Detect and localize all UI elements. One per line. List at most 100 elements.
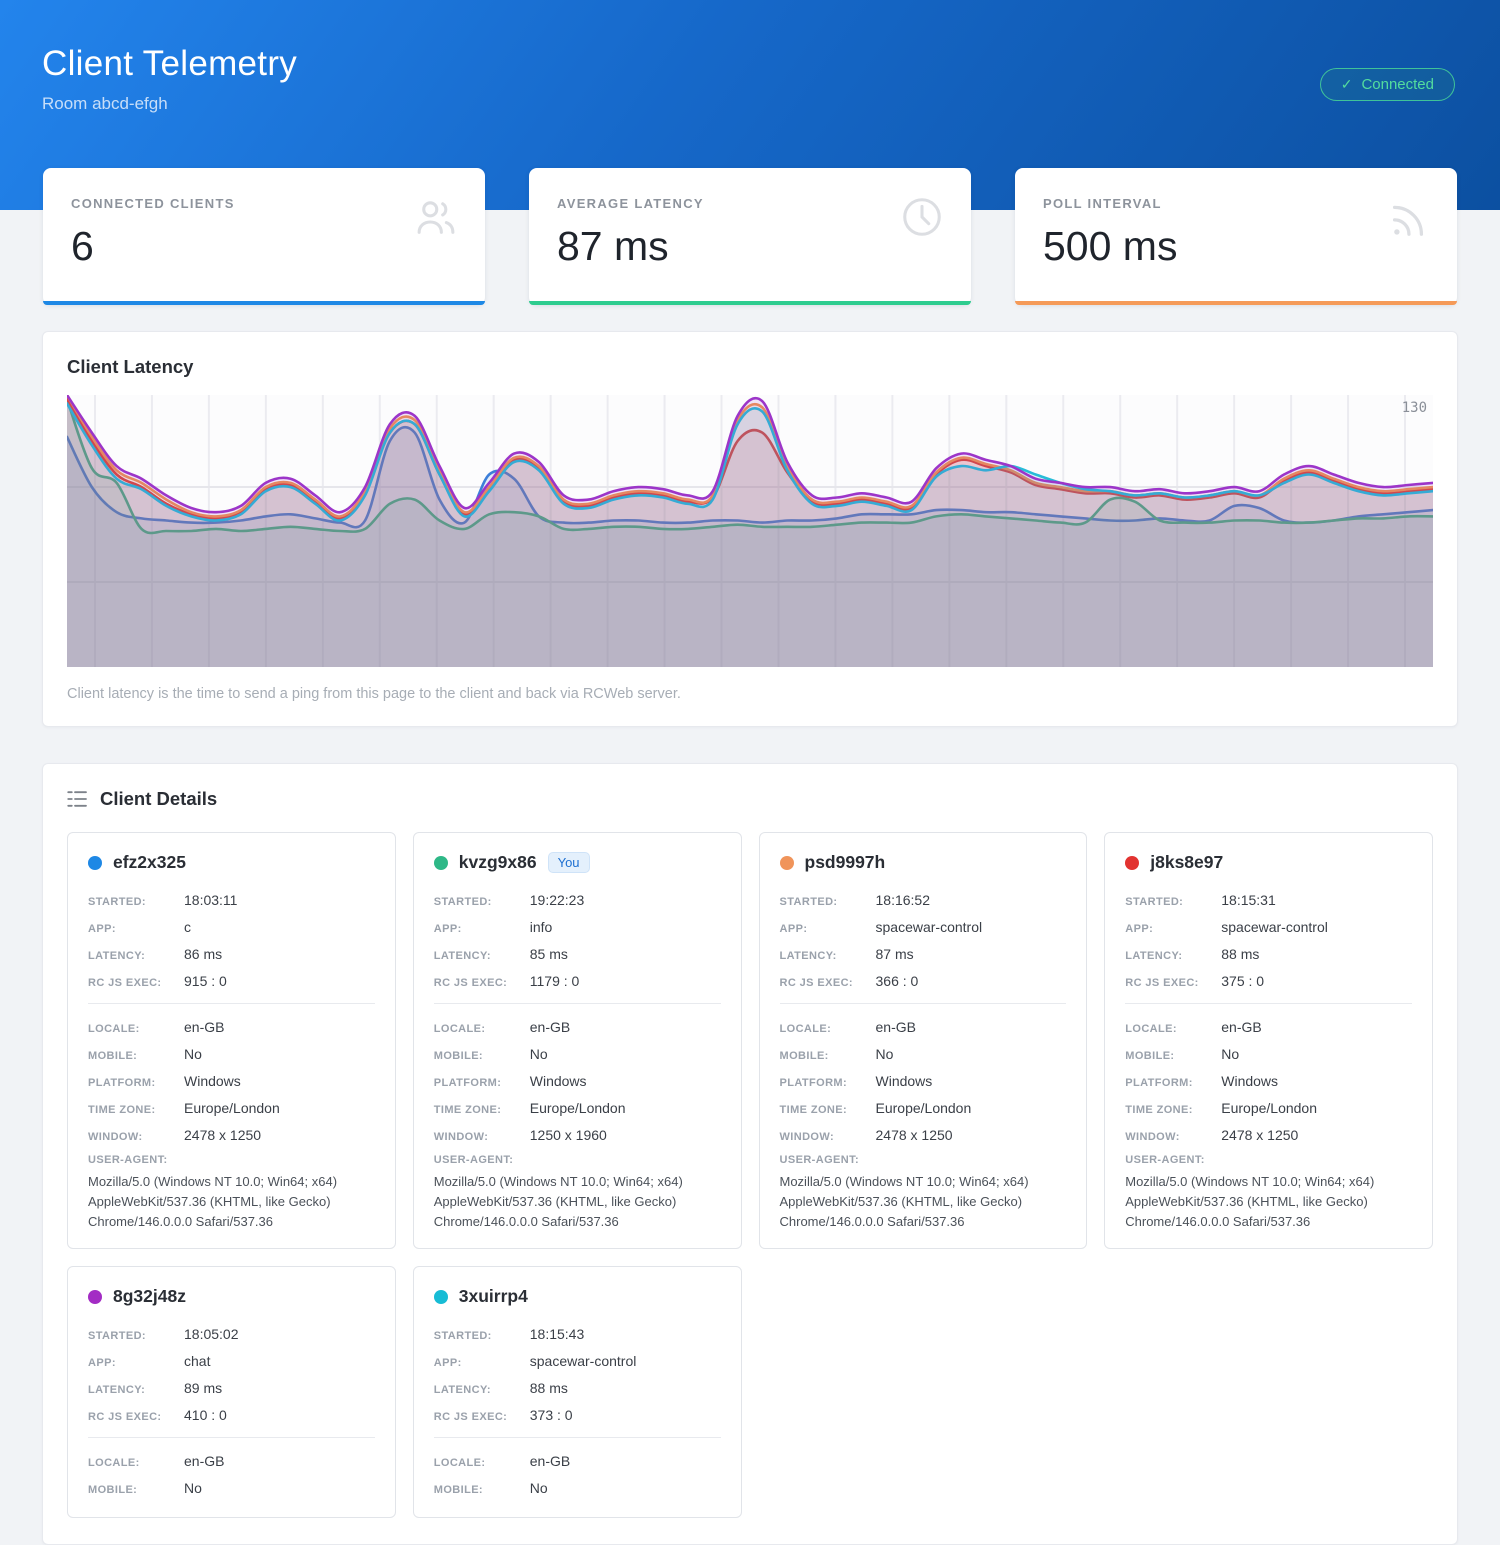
client-field-row-locale: LOCALE:en-GB (780, 1013, 1067, 1040)
client-field-row-latency: LATENCY:85 ms (434, 940, 721, 967)
user-agent-value: Mozilla/5.0 (Windows NT 10.0; Win64; x64… (780, 1172, 1067, 1232)
field-value: 373 : 0 (530, 1407, 573, 1423)
field-value: spacewar-control (1221, 919, 1328, 935)
field-label: TIME ZONE: (434, 1104, 530, 1116)
field-value: en-GB (530, 1453, 570, 1469)
client-field-row-app: APP:spacewar-control (434, 1347, 721, 1374)
field-label: STARTED: (1125, 896, 1221, 908)
field-label: STARTED: (434, 1330, 530, 1342)
client-field-row-latency: LATENCY:88 ms (434, 1374, 721, 1401)
latency-chart-svg: 130 (67, 395, 1433, 667)
client-main-rows: STARTED:18:15:31 APP:spacewar-control LATE… (1125, 886, 1412, 1232)
client-field-row-locale: LOCALE:en-GB (1125, 1013, 1412, 1040)
field-value: info (530, 919, 553, 935)
client-card-header: kvzg9x86 You (434, 852, 721, 873)
client-card: 8g32j48z STARTED:18:05:02APP:chatLATENCY… (67, 1266, 396, 1518)
stat-card-poll-interval: POLL INTERVAL 500 ms (1015, 168, 1457, 305)
field-value: 18:16:52 (876, 892, 931, 908)
field-label: APP: (1125, 923, 1221, 935)
field-value: 88 ms (1221, 946, 1259, 962)
field-label: LOCALE: (88, 1023, 184, 1035)
field-label: LATENCY: (88, 1384, 184, 1396)
client-field-row-locale: LOCALE:en-GB (88, 1447, 375, 1474)
client-color-dot (88, 1290, 102, 1304)
field-label: MOBILE: (88, 1050, 184, 1062)
room-subtitle: Room abcd-efgh (42, 94, 1455, 114)
stats-row: CONNECTED CLIENTS 6 AVERAGE LATENCY 87 m… (0, 168, 1500, 305)
field-label: APP: (88, 923, 184, 935)
field-label: STARTED: (434, 896, 530, 908)
field-value: Europe/London (184, 1100, 280, 1116)
client-card-header: efz2x325 (88, 852, 375, 873)
stat-label: POLL INTERVAL (1043, 196, 1429, 211)
card-divider (1125, 1003, 1412, 1004)
field-value: 19:22:23 (530, 892, 585, 908)
client-field-row-latency: LATENCY:88 ms (1125, 940, 1412, 967)
client-main-rows: STARTED:18:16:52APP:spacewar-controlLATE… (780, 886, 1067, 1232)
connection-status-badge: ✓ Connected (1320, 68, 1455, 101)
card-divider (780, 1003, 1067, 1004)
user-agent-label: USER-AGENT: (434, 1148, 721, 1168)
field-value: 915 : 0 (184, 973, 227, 989)
field-label: RC JS EXEC: (434, 977, 530, 989)
field-label: MOBILE: (88, 1484, 184, 1496)
field-label: TIME ZONE: (88, 1104, 184, 1116)
latency-panel: Client Latency 130 Client latency is the… (42, 331, 1458, 727)
field-value: No (530, 1046, 548, 1062)
field-value: 18:15:43 (530, 1326, 585, 1342)
client-field-row-mobile: MOBILE:No (1125, 1040, 1412, 1067)
client-field-row-started: STARTED:18:03:11 (88, 886, 375, 913)
client-field-row-latency: LATENCY:89 ms (88, 1374, 375, 1401)
field-label: PLATFORM: (780, 1077, 876, 1089)
field-value: No (1221, 1046, 1239, 1062)
users-icon (413, 194, 459, 240)
client-field-row-app: APP:info (434, 913, 721, 940)
field-label: WINDOW: (780, 1131, 876, 1143)
client-id: efz2x325 (113, 852, 186, 873)
user-agent-label: USER-AGENT: (88, 1148, 375, 1168)
field-label: APP: (88, 1357, 184, 1369)
latency-panel-title: Client Latency (67, 356, 1433, 378)
field-value: Windows (876, 1073, 933, 1089)
client-color-dot (1125, 856, 1139, 870)
field-label: RC JS EXEC: (88, 977, 184, 989)
field-value: c (184, 919, 191, 935)
client-card: psd9997h STARTED:18:16:52APP:spacewar-co… (759, 832, 1088, 1249)
client-field-row-window: WINDOW:2478 x 1250 (88, 1121, 375, 1148)
field-label: PLATFORM: (1125, 1077, 1221, 1089)
stat-value: 87 ms (557, 223, 943, 270)
client-field-row-rc-js-exec: RC JS EXEC:373 : 0 (434, 1401, 721, 1428)
client-color-dot (88, 856, 102, 870)
stat-label: AVERAGE LATENCY (557, 196, 943, 211)
client-color-dot (434, 856, 448, 870)
client-field-row-app: APP:chat (88, 1347, 375, 1374)
client-main-rows: STARTED:19:22:23APP:infoLATENCY:85 msRC … (434, 886, 721, 1232)
field-value: No (184, 1480, 202, 1496)
user-agent-label: USER-AGENT: (1125, 1148, 1412, 1168)
client-field-row-started: STARTED:18:15:31 (1125, 886, 1412, 913)
field-value: en-GB (184, 1453, 224, 1469)
client-field-row-mobile: MOBILE:No (434, 1474, 721, 1501)
field-label: WINDOW: (88, 1131, 184, 1143)
client-field-row-platform: PLATFORM:Windows (780, 1067, 1067, 1094)
field-value: spacewar-control (530, 1353, 637, 1369)
field-label: LATENCY: (1125, 950, 1221, 962)
client-id: 8g32j48z (113, 1286, 186, 1307)
field-label: LOCALE: (434, 1457, 530, 1469)
client-main-rows: STARTED:18:03:11APP:cLATENCY:86 msRC JS … (88, 886, 375, 1232)
field-label: MOBILE: (780, 1050, 876, 1062)
card-divider (88, 1003, 375, 1004)
client-main-rows: STARTED:18:05:02APP:chatLATENCY:89 msRC … (88, 1320, 375, 1501)
field-value: Windows (530, 1073, 587, 1089)
field-label: APP: (780, 923, 876, 935)
client-field-row-mobile: MOBILE:No (88, 1040, 375, 1067)
stat-label: CONNECTED CLIENTS (71, 196, 457, 211)
client-field-row-rc-js-exec: RC JS EXEC:915 : 0 (88, 967, 375, 994)
client-field-row-rc-js-exec: RC JS EXEC:1179 : 0 (434, 967, 721, 994)
field-value: Windows (184, 1073, 241, 1089)
client-field-row-rc-js-exec: RC JS EXEC:375 : 0 (1125, 967, 1412, 994)
client-field-row-platform: PLATFORM:Windows (1125, 1067, 1412, 1094)
list-icon (67, 790, 87, 808)
client-field-row-window: WINDOW:2478 x 1250 (1125, 1121, 1412, 1148)
user-agent-value: Mozilla/5.0 (Windows NT 10.0; Win64; x64… (1125, 1172, 1412, 1232)
